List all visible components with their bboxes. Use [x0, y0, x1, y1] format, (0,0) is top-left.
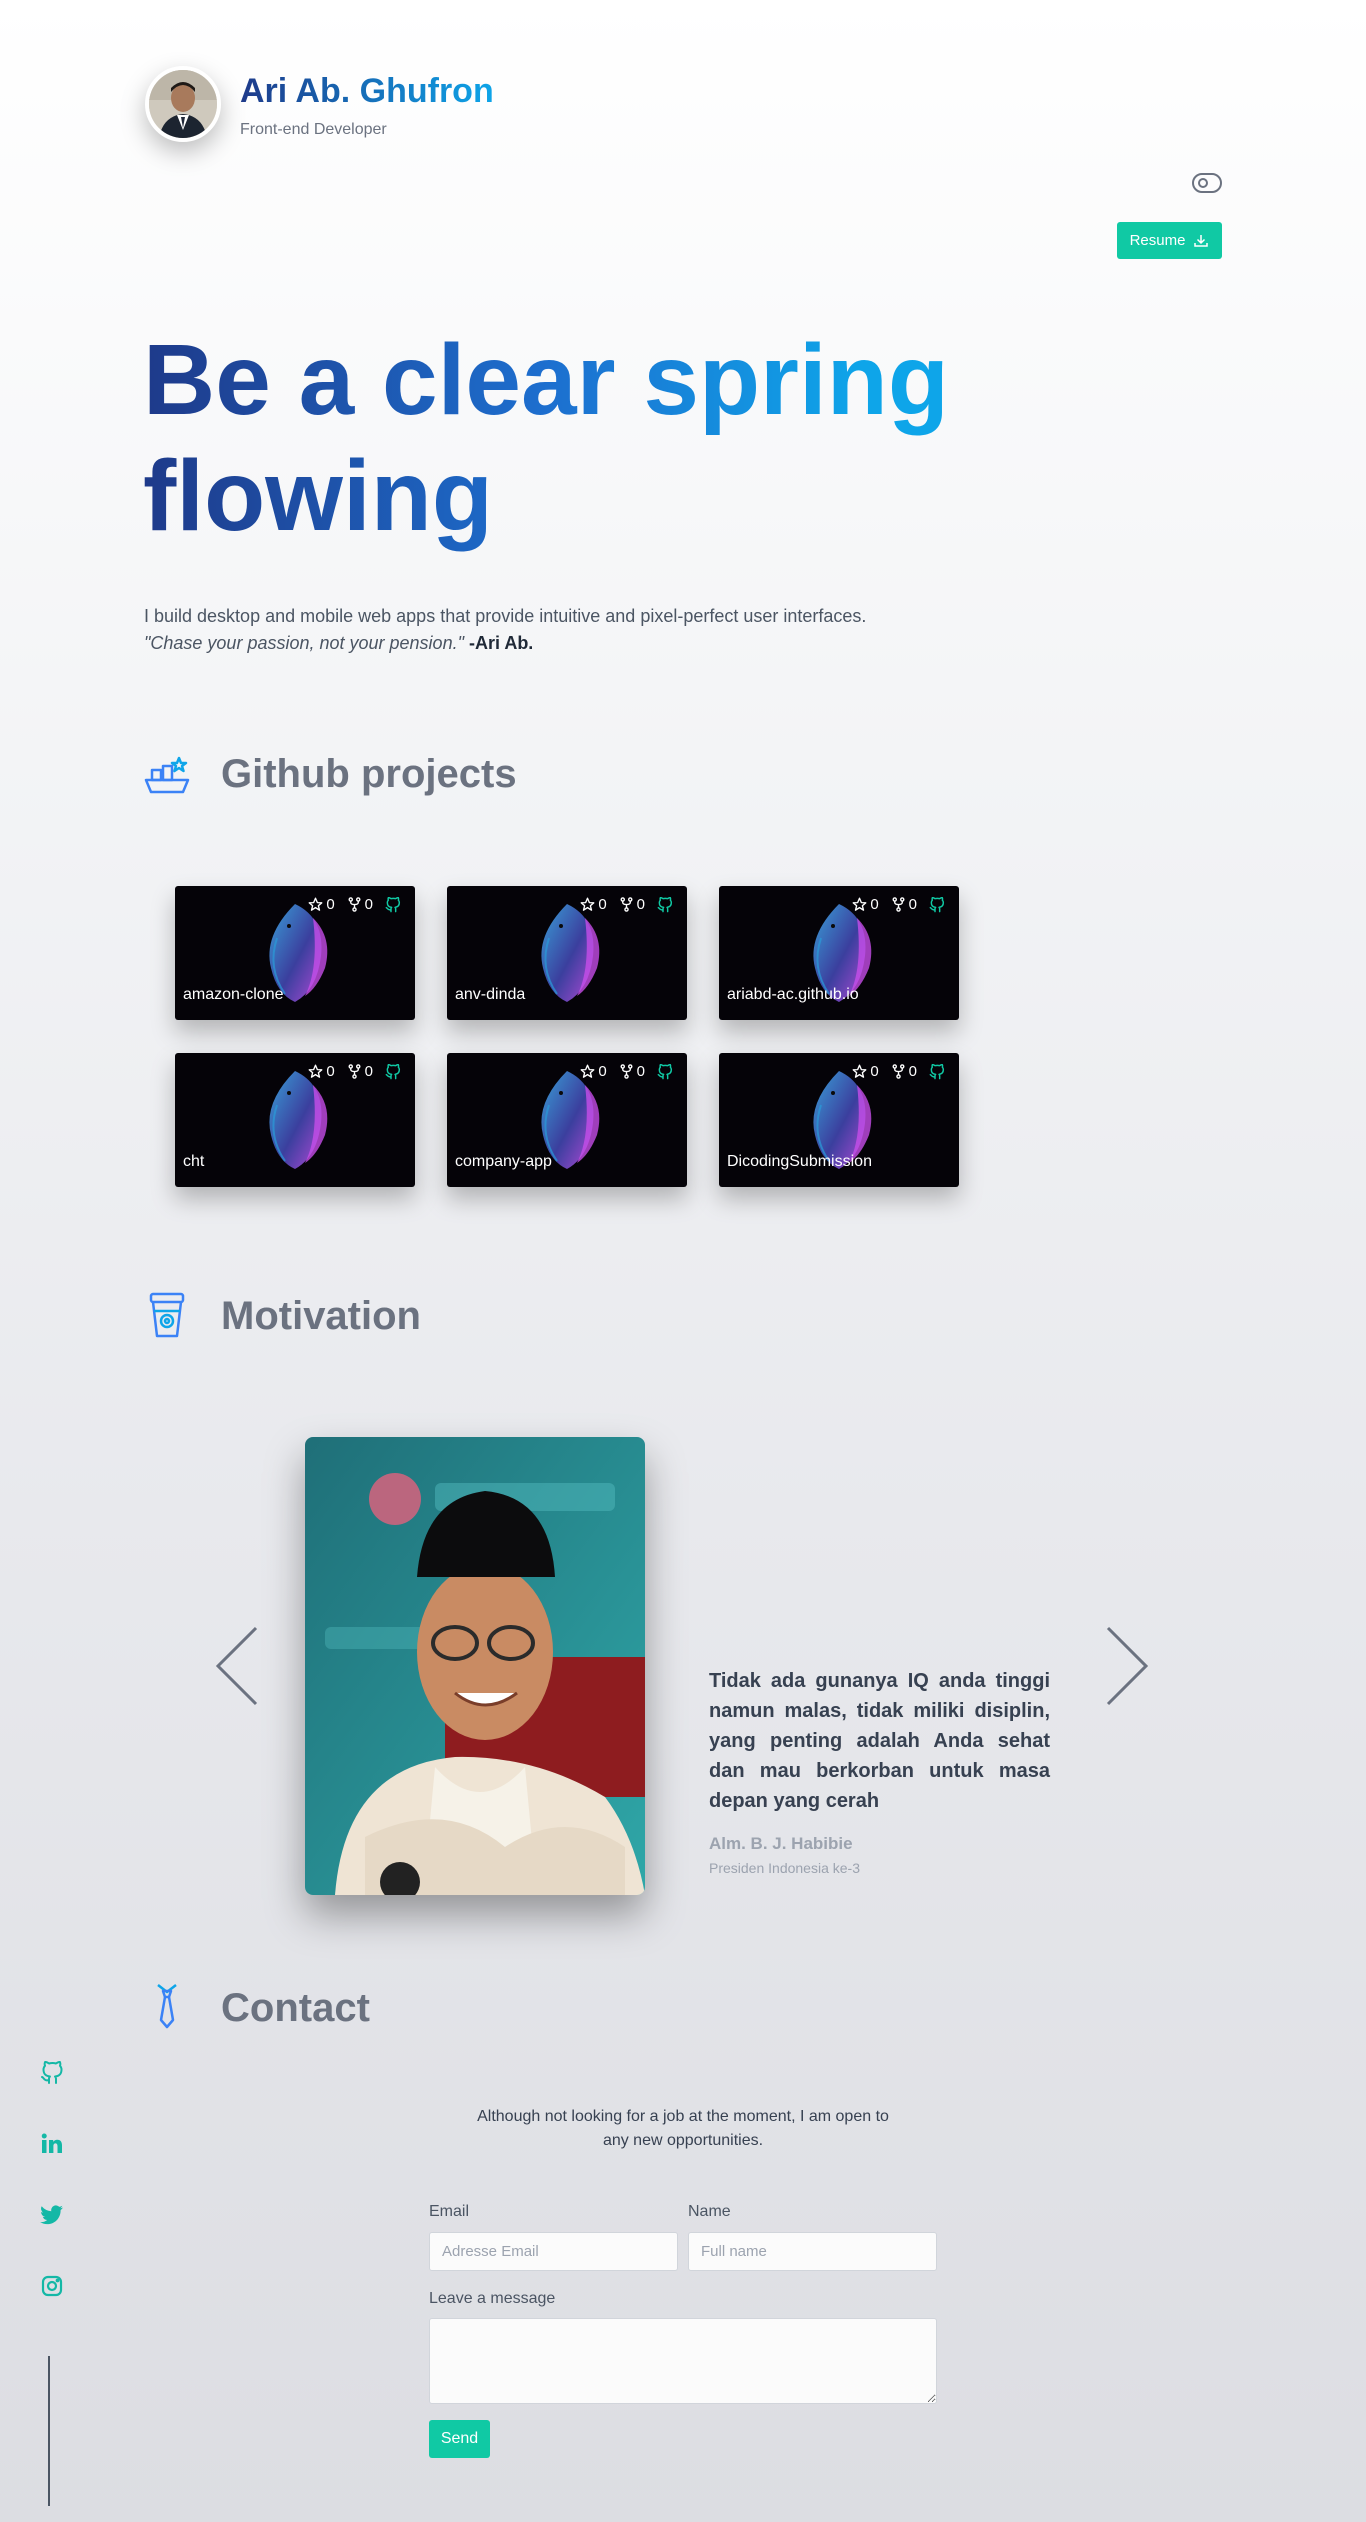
project-card[interactable]: 0 0 anv-dinda — [447, 886, 687, 1020]
project-stats: 0 0 — [580, 896, 673, 913]
project-name: ariabd-ac.github.io — [727, 986, 859, 1003]
ship-star-icon — [144, 756, 190, 794]
project-card[interactable]: 0 0 company-app — [447, 1053, 687, 1187]
star-icon — [308, 897, 323, 911]
brand-name[interactable]: Ari Ab. Ghufron — [240, 72, 494, 111]
star-icon — [580, 897, 595, 911]
github-icon[interactable] — [385, 896, 401, 913]
star-icon — [308, 1064, 323, 1078]
star-icon — [852, 1064, 867, 1078]
project-stats: 0 0 — [852, 1063, 945, 1080]
project-name: DicodingSubmission — [727, 1153, 872, 1170]
contact-section-title: Contact — [221, 1986, 370, 2030]
intro-quote: "Chase your passion, not your pension." — [144, 633, 464, 653]
fork-icon — [892, 1064, 905, 1079]
hero-heading: Be a clear spring flowing — [143, 322, 1043, 554]
email-field[interactable] — [429, 2232, 678, 2271]
fork-icon — [348, 1064, 361, 1079]
intro-quote-author: -Ari Ab. — [468, 633, 534, 653]
linkedin-icon[interactable] — [40, 2132, 64, 2156]
email-label: Email — [429, 2203, 470, 2220]
project-thumbnail — [541, 904, 600, 1002]
message-label: Leave a message — [429, 2290, 556, 2307]
fork-icon — [892, 897, 905, 912]
instagram-icon[interactable] — [40, 2274, 64, 2298]
star-count: 0 — [326, 896, 335, 913]
star-count: 0 — [598, 1063, 607, 1080]
project-stats: 0 0 — [580, 1063, 673, 1080]
download-icon — [1194, 234, 1209, 247]
github-icon[interactable] — [929, 896, 945, 913]
brand-subtitle: Front-end Developer — [240, 121, 387, 138]
toggle-knob-icon — [1198, 178, 1208, 188]
necktie-icon — [157, 1984, 177, 2029]
project-name: amazon-clone — [183, 986, 284, 1003]
github-icon[interactable] — [40, 2061, 64, 2085]
star-icon — [852, 897, 867, 911]
motivation-quote-role: Presiden Indonesia ke-3 — [709, 1860, 860, 1876]
project-stats: 0 0 — [852, 896, 945, 913]
star-icon — [580, 1064, 595, 1078]
resume-label: Resume — [1129, 232, 1186, 249]
fork-count: 0 — [908, 896, 917, 913]
intro-text: I build desktop and mobile web apps that… — [144, 606, 867, 653]
motivation-quote-author: Alm. B. J. Habibie — [709, 1834, 853, 1853]
project-card[interactable]: 0 0 ariabd-ac.github.io — [719, 886, 959, 1020]
name-label: Name — [688, 2203, 731, 2220]
motivation-photo — [305, 1437, 645, 1895]
fork-count: 0 — [364, 896, 373, 913]
contact-intro: Although not looking for a job at the mo… — [477, 2108, 889, 2149]
github-icon[interactable] — [929, 1063, 945, 1080]
carousel-prev-icon[interactable] — [212, 1624, 260, 1708]
star-count: 0 — [870, 896, 879, 913]
project-stats: 0 0 — [308, 1063, 401, 1080]
send-button[interactable]: Send — [429, 2420, 490, 2458]
coffee-cup-icon — [149, 1292, 185, 1338]
project-card[interactable]: 0 0 amazon-clone — [175, 886, 415, 1020]
avatar — [145, 66, 221, 142]
project-stats: 0 0 — [308, 896, 401, 913]
fork-count: 0 — [636, 896, 645, 913]
resume-button[interactable]: Resume — [1117, 222, 1222, 259]
fork-icon — [620, 1064, 633, 1079]
motivation-section-title: Motivation — [221, 1294, 421, 1338]
motivation-quote: Tidak ada gunanya IQ anda tinggi namun m… — [709, 1670, 1050, 1812]
github-section-title: Github projects — [221, 752, 517, 796]
twitter-icon[interactable] — [40, 2203, 64, 2227]
star-count: 0 — [326, 1063, 335, 1080]
project-name: cht — [183, 1153, 205, 1170]
project-card[interactable]: 0 0 DicodingSubmission — [719, 1053, 959, 1187]
fork-count: 0 — [908, 1063, 917, 1080]
fork-count: 0 — [636, 1063, 645, 1080]
message-field[interactable] — [429, 2318, 937, 2404]
name-field[interactable] — [688, 2232, 937, 2271]
project-thumbnail — [269, 1071, 328, 1169]
fork-icon — [348, 897, 361, 912]
carousel-next-icon[interactable] — [1104, 1624, 1152, 1708]
project-name: anv-dinda — [455, 986, 526, 1003]
github-icon[interactable] — [385, 1063, 401, 1080]
fork-icon — [620, 897, 633, 912]
github-icon[interactable] — [657, 896, 673, 913]
fork-count: 0 — [364, 1063, 373, 1080]
project-card[interactable]: 0 0 cht — [175, 1053, 415, 1187]
star-count: 0 — [598, 896, 607, 913]
star-count: 0 — [870, 1063, 879, 1080]
theme-toggle[interactable] — [1192, 173, 1222, 193]
project-name: company-app — [455, 1153, 552, 1170]
github-icon[interactable] — [657, 1063, 673, 1080]
sidebar-divider — [48, 2356, 50, 2506]
